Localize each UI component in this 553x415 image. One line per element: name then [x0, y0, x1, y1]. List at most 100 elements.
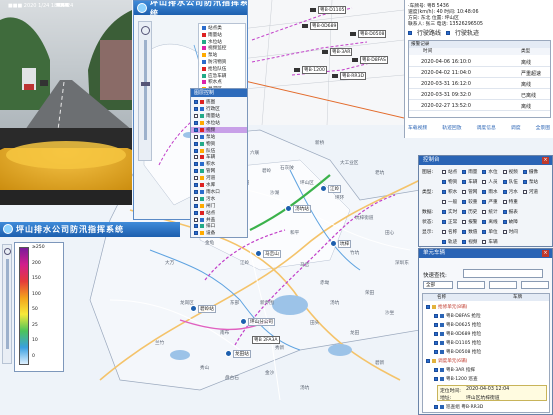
control-option-checkbox[interactable]: [462, 169, 467, 174]
layer-checkbox[interactable]: [194, 224, 198, 229]
layer-checkbox[interactable]: [194, 141, 198, 146]
vehicle-row[interactable]: 粤B·3AR 指挥: [423, 366, 549, 374]
layer-checkbox[interactable]: [194, 217, 198, 222]
vehicle-row[interactable]: 粤B·0D689 抢险: [423, 330, 549, 338]
station-category-item[interactable]: 防汛物资: [199, 59, 245, 65]
vehicle-checkbox[interactable]: [434, 332, 438, 336]
layer-row[interactable]: 车辆: [191, 154, 247, 161]
zoom-slider-thumb[interactable]: [141, 82, 150, 86]
layer-row[interactable]: 雨水口: [191, 189, 247, 196]
layer-row[interactable]: 物资: [191, 140, 247, 147]
pan-control-icon[interactable]: [141, 26, 150, 35]
filter-select-2[interactable]: [457, 281, 485, 289]
alarm-record-row[interactable]: 2020-02-27 13:52:0 离线: [409, 101, 550, 111]
control-option-checkbox[interactable]: [442, 179, 446, 184]
station-marker-icon[interactable]: [320, 185, 327, 192]
vehicle-info-link[interactable]: 调度: [511, 124, 521, 134]
control-option-checkbox[interactable]: [502, 179, 507, 184]
filter-select[interactable]: 全部: [423, 281, 453, 289]
control-panel-close-icon[interactable]: ×: [542, 157, 549, 164]
control-option-checkbox[interactable]: [462, 229, 467, 234]
layer-row[interactable]: 污水: [191, 196, 247, 203]
layer-row[interactable]: 行政区: [191, 106, 247, 113]
control-option-checkbox[interactable]: [522, 189, 527, 194]
layer-checkbox[interactable]: [194, 169, 198, 174]
layer-row[interactable]: 闸门: [191, 203, 247, 210]
layer-checkbox[interactable]: [194, 176, 198, 181]
layer-row[interactable]: 站点: [191, 209, 247, 216]
control-option-checkbox[interactable]: [442, 229, 446, 234]
vehicle-row[interactable]: 粤B·D0625 抢险: [423, 321, 549, 329]
zoom-slider[interactable]: [144, 40, 147, 140]
station-category-item[interactable]: 应急车辆: [199, 73, 245, 79]
track-vehicle[interactable]: 粤B·D1105: [310, 6, 347, 14]
layer-row[interactable]: 管网: [191, 168, 247, 175]
vehicle-checkbox[interactable]: [434, 341, 438, 345]
vehicle-group-row[interactable]: 抢修单元(8辆): [423, 303, 549, 311]
control-option-checkbox[interactable]: [462, 179, 467, 184]
bottom-zoom-slider[interactable]: [6, 259, 9, 349]
layer-checkbox[interactable]: [194, 114, 198, 119]
map-vehicle-tag[interactable]: 粤B 2FA3A: [252, 336, 280, 344]
alarm-record-row[interactable]: 2020-03-31 09:32:0 已离线: [409, 90, 550, 100]
station-marker-icon[interactable]: [255, 250, 262, 257]
stay-route-checkbox[interactable]: [408, 30, 412, 35]
control-option-checkbox[interactable]: [522, 169, 527, 174]
layer-row[interactable]: 雨量站: [191, 113, 247, 120]
filter-select-3[interactable]: [489, 281, 517, 289]
track-vehicle[interactable]: 粤B·1200: [294, 66, 327, 74]
station-category-item[interactable]: 站点类: [199, 25, 245, 31]
layer-checkbox[interactable]: [194, 127, 198, 132]
layer-checkbox[interactable]: [194, 231, 198, 236]
vehicle-checkbox[interactable]: [426, 305, 430, 309]
vehicle-checkbox[interactable]: [434, 323, 438, 327]
track-map[interactable]: 粤B·D1105 粤B·0D689 粤B·D0508 粤B·3AR 粤B·D8FAS 粤B…: [232, 0, 404, 125]
control-option-checkbox[interactable]: [442, 189, 446, 194]
layer-checkbox[interactable]: [194, 210, 198, 215]
vehicle-row[interactable]: 粤B·D8FAS 抢险: [423, 312, 549, 320]
control-option-checkbox[interactable]: [442, 169, 446, 174]
control-option-checkbox[interactable]: [482, 179, 487, 184]
station-marker-icon[interactable]: [225, 350, 232, 357]
layer-row[interactable]: 泵站: [191, 134, 247, 141]
layer-checkbox[interactable]: [194, 134, 198, 139]
alarm-record-row[interactable]: 2020-04-06 16:10:0 离线: [409, 57, 550, 67]
layer-row[interactable]: 排口: [191, 223, 247, 230]
layer-row[interactable]: 底图: [191, 99, 247, 106]
control-option-checkbox[interactable]: [442, 209, 446, 214]
control-option-checkbox[interactable]: [482, 189, 487, 194]
control-option-checkbox[interactable]: [522, 179, 527, 184]
control-option-checkbox[interactable]: [462, 189, 467, 194]
control-option-checkbox[interactable]: [482, 209, 487, 214]
control-option-checkbox[interactable]: [502, 169, 507, 174]
control-option-checkbox[interactable]: [482, 239, 487, 244]
station-category-item[interactable]: 抢险队伍: [199, 66, 245, 72]
track-vehicle[interactable]: 粤B·3AR: [322, 48, 353, 56]
layer-row[interactable]: 队伍: [191, 147, 247, 154]
control-option-checkbox[interactable]: [502, 199, 507, 204]
vehicle-checkbox[interactable]: [426, 359, 430, 363]
vehicle-checkbox[interactable]: [434, 368, 438, 372]
control-option-checkbox[interactable]: [482, 169, 487, 174]
vehicle-row[interactable]: 巡查组 粤B·RR3D: [423, 403, 549, 411]
layer-row[interactable]: 水库: [191, 182, 247, 189]
control-option-checkbox[interactable]: [462, 219, 467, 224]
track-checkbox[interactable]: [446, 30, 451, 35]
control-option-checkbox[interactable]: [482, 229, 487, 234]
control-option-checkbox[interactable]: [502, 189, 507, 194]
control-option-checkbox[interactable]: [442, 199, 446, 204]
layer-row[interactable]: 视频: [191, 126, 247, 134]
layer-checkbox[interactable]: [194, 196, 198, 201]
station-category-item[interactable]: 积水点: [199, 79, 245, 85]
station-marker-icon[interactable]: [330, 240, 337, 247]
layer-row[interactable]: 设备: [191, 230, 247, 237]
station-category-item[interactable]: 泵站: [199, 52, 245, 58]
vehicle-checkbox[interactable]: [434, 377, 438, 381]
control-option-checkbox[interactable]: [462, 199, 467, 204]
layer-checkbox[interactable]: [194, 203, 198, 208]
alarm-record-row[interactable]: 2020-03-31 16:12:0 离线: [409, 79, 550, 89]
alarm-record-row[interactable]: 2020-04-02 11:04:0 严重超速: [409, 68, 550, 78]
station-category-item[interactable]: 雨量站: [199, 32, 245, 38]
layer-checkbox[interactable]: [194, 162, 198, 167]
control-option-checkbox[interactable]: [502, 209, 507, 214]
